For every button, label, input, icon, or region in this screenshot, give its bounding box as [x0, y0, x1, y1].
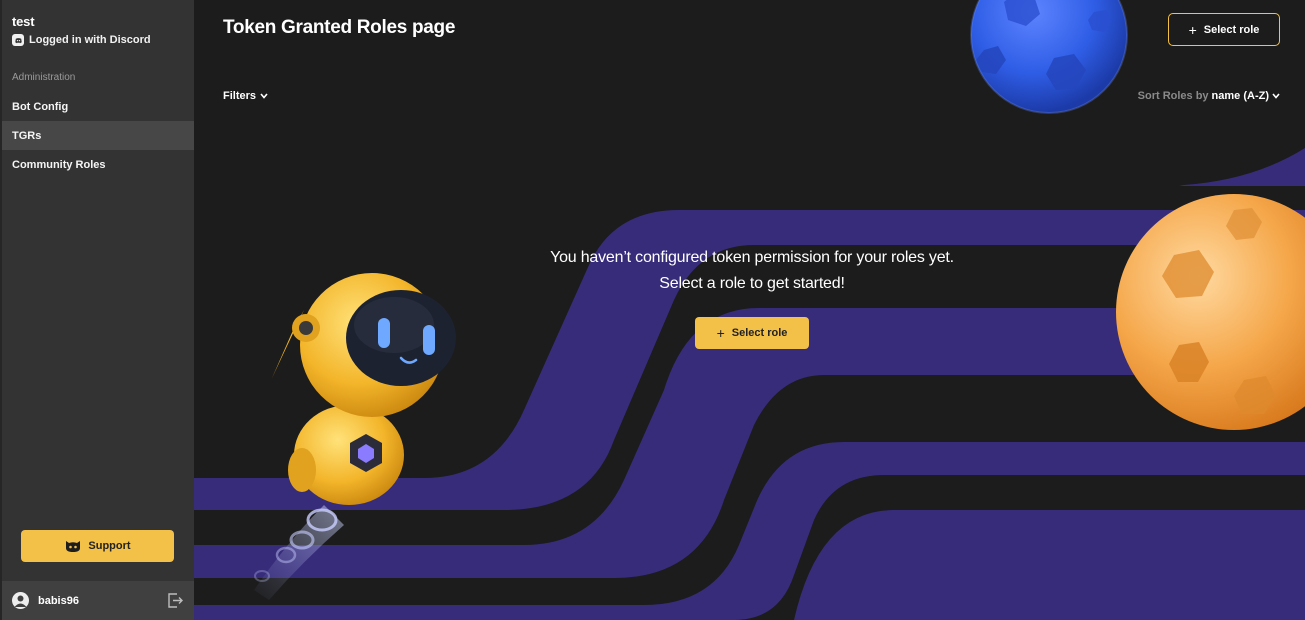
discord-icon [12, 34, 24, 46]
app-root: test Logged in with Discord Administrati… [0, 0, 1305, 620]
blue-planet [970, 0, 1128, 114]
sidebar-item-community-roles[interactable]: Community Roles [2, 150, 194, 179]
empty-state-line-2: Select a role to get started! [659, 275, 845, 292]
chevron-down-icon [260, 93, 268, 99]
chevron-down-icon [1272, 93, 1280, 99]
support-button[interactable]: Support [21, 530, 174, 562]
sort-dropdown[interactable]: Sort Roles by name (A-Z) [1138, 90, 1280, 102]
plus-icon: + [1188, 21, 1197, 38]
support-wrap: Support [21, 530, 174, 562]
user-bar: babis96 [2, 581, 194, 620]
logout-icon[interactable] [167, 593, 184, 608]
username: babis96 [38, 594, 79, 607]
empty-state-message: You haven’t configured token permission … [452, 245, 1052, 297]
select-role-label: Select role [731, 327, 788, 339]
select-role-button-center[interactable]: + Select role [695, 317, 809, 349]
plus-icon: + [716, 325, 725, 341]
select-role-label: Select role [1203, 23, 1260, 36]
server-info: test Logged in with Discord [2, 0, 194, 46]
sidebar-item-label: Community Roles [12, 158, 106, 171]
sort-prefix: Sort Roles by [1137, 90, 1209, 102]
avatar[interactable] [12, 592, 29, 609]
server-name: test [12, 14, 35, 29]
sidebar: test Logged in with Discord Administrati… [0, 0, 194, 620]
sidebar-item-label: Bot Config [12, 100, 69, 113]
main-content: Token Granted Roles page + Select role F… [194, 0, 1305, 620]
sidebar-item-bot-config[interactable]: Bot Config [2, 92, 194, 121]
sidebar-nav: Bot Config TGRs Community Roles [2, 92, 194, 179]
login-status-label: Logged in with Discord [29, 34, 151, 46]
select-role-button-header[interactable]: + Select role [1168, 13, 1280, 46]
support-button-label: Support [88, 540, 131, 552]
filters-dropdown[interactable]: Filters [223, 90, 268, 102]
empty-state-line-1: You haven’t configured token permission … [550, 249, 954, 266]
support-bot-icon [66, 541, 81, 552]
sort-value: name (A-Z) [1211, 90, 1269, 102]
sidebar-item-tgrs[interactable]: TGRs [2, 121, 194, 150]
sidebar-item-label: TGRs [12, 129, 42, 142]
section-label-administration: Administration [12, 72, 76, 83]
filters-label: Filters [223, 90, 257, 102]
page-title: Token Granted Roles page [223, 17, 456, 38]
login-status: Logged in with Discord [12, 34, 184, 46]
